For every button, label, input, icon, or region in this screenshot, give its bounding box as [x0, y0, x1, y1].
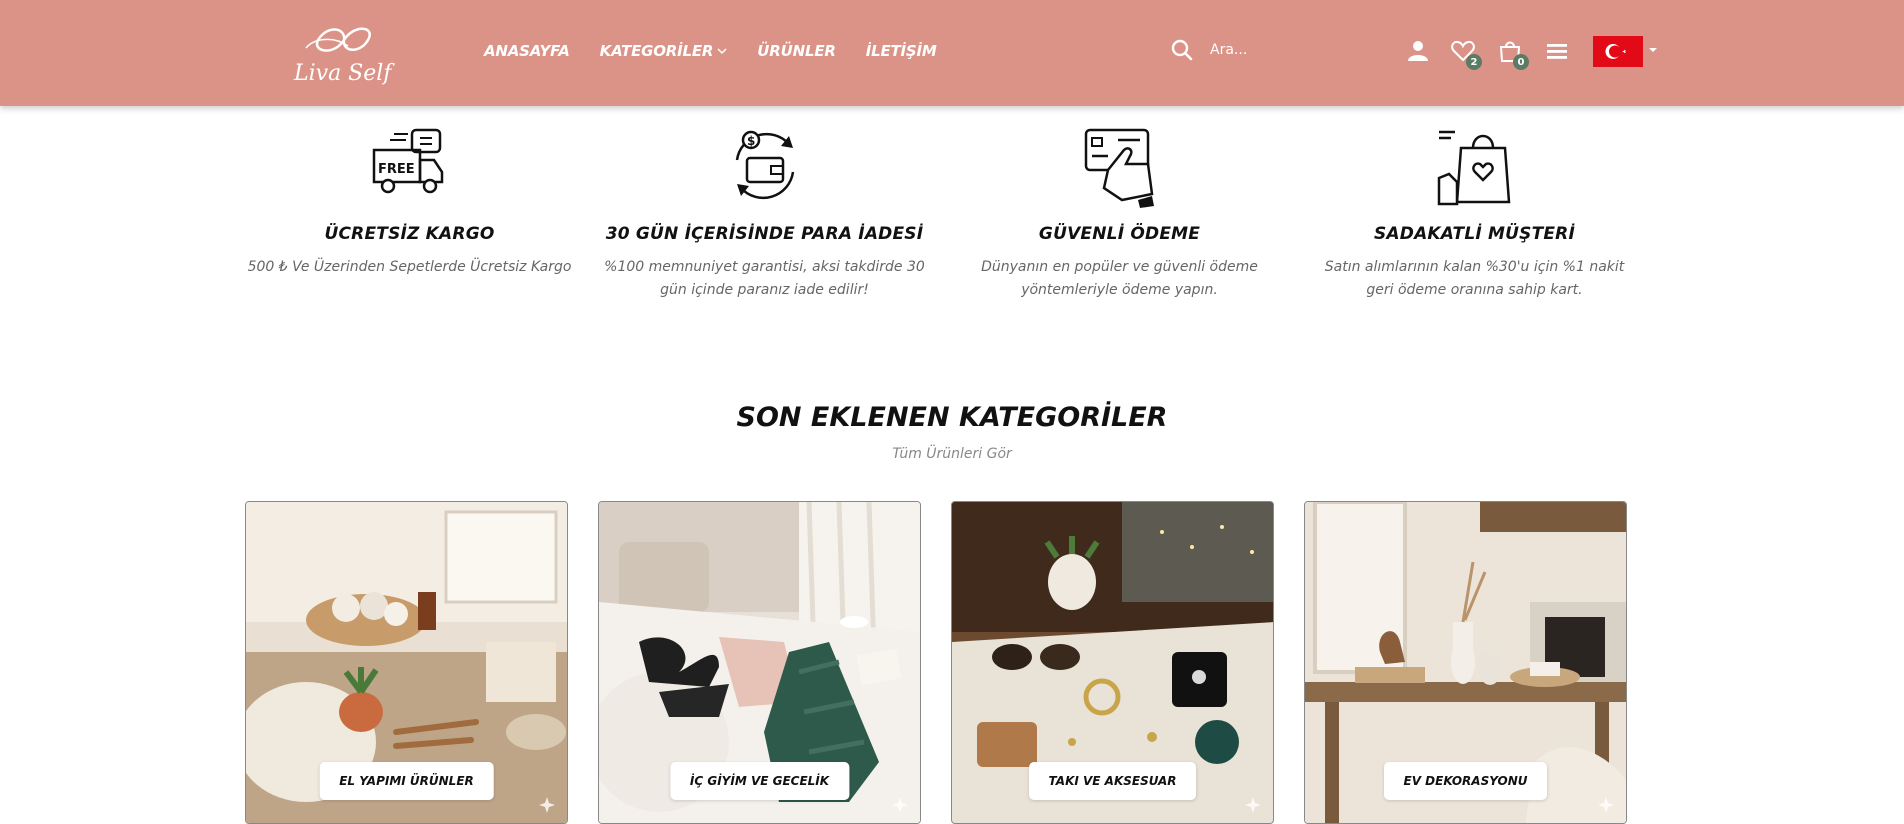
nav-categories-label: KATEGORİLER — [599, 42, 714, 60]
nav-contact-label: İLETİŞİM — [865, 42, 937, 60]
feature-title: ÜCRETSİZ KARGO — [324, 224, 495, 244]
search-box — [1170, 38, 1360, 62]
category-label: TAKI VE AKSESUAR — [1028, 762, 1197, 800]
logo-text: Liva Self — [293, 61, 395, 86]
caret-down-icon[interactable] — [1648, 46, 1658, 54]
hamburger-menu-icon — [1547, 44, 1567, 59]
nav-home-label: ANASAYFA — [484, 42, 570, 60]
feature-text: %100 memnuniyet garantisi, aksi takdirde… — [604, 259, 925, 298]
menu-button[interactable] — [1544, 38, 1570, 64]
free-shipping-truck-icon: FREE — [372, 128, 443, 194]
search-icon[interactable] — [1170, 38, 1194, 62]
main-nav: ANASAYFA KATEGORİLER ÜRÜNLER İLETİŞİM — [484, 42, 937, 60]
feature-title: GÜVENLİ ÖDEME — [1038, 224, 1201, 244]
category-label: EL YAPIMI ÜRÜNLER — [319, 762, 494, 800]
feature-loyal-customer: SADAKATLİ MÜŞTERİ Satın alımlarının kala… — [1297, 124, 1652, 302]
wishlist-button[interactable]: 2 — [1450, 38, 1482, 70]
sparkle-icon — [892, 797, 908, 813]
category-card-jewelry[interactable]: TAKI VE AKSESUAR — [951, 501, 1274, 824]
feature-title: 30 GÜN İÇERİSİNDE PARA İADESİ — [605, 224, 924, 244]
nav-categories[interactable]: KATEGORİLER — [600, 42, 728, 60]
feature-title: SADAKATLİ MÜŞTERİ — [1373, 224, 1576, 244]
category-card-home-decor[interactable]: EV DEKORASYONU — [1304, 501, 1627, 824]
user-icon — [1408, 41, 1428, 61]
wishlist-count-badge: 2 — [1466, 54, 1482, 70]
chevron-down-icon — [717, 48, 727, 55]
feature-secure-payment: GÜVENLİ ÖDEME Dünyanın en popüler ve güv… — [942, 124, 1297, 302]
cart-count-badge: 0 — [1513, 54, 1529, 70]
feature-money-back: $ 30 GÜN İÇERİSİNDE PARA İADESİ %100 mem… — [587, 124, 942, 302]
feature-text: Satın alımlarının kalan %30'u için %1 na… — [1324, 259, 1625, 298]
category-card-handmade[interactable]: EL YAPIMI ÜRÜNLER — [245, 501, 568, 824]
turkey-flag-icon — [1593, 36, 1643, 67]
nav-contact[interactable]: İLETİŞİM — [866, 42, 937, 60]
category-card-lingerie[interactable]: İÇ GİYİM VE GECELİK — [598, 501, 921, 824]
feature-text: 500 ₺ Ve Üzerinden Sepetlerde Ücretsiz K… — [247, 259, 572, 275]
nav-products-label: ÜRÜNLER — [757, 42, 836, 60]
category-label: EV DEKORASYONU — [1383, 762, 1548, 800]
svg-text:FREE: FREE — [378, 162, 415, 177]
svg-text:$: $ — [747, 134, 755, 148]
card-payment-icon — [1084, 128, 1154, 208]
category-label: İÇ GİYİM VE GECELİK — [669, 762, 850, 800]
view-all-products-link[interactable]: Tüm Ürünleri Gör — [0, 446, 1904, 462]
user-button[interactable] — [1405, 38, 1431, 64]
nav-products[interactable]: ÜRÜNLER — [757, 42, 836, 60]
category-grid: EL YAPIMI ÜRÜNLER İÇ GİYİM VE GECELİK TA… — [245, 501, 1627, 824]
categories-section-title: SON EKLENEN KATEGORİLER — [736, 402, 1168, 433]
sparkle-icon — [1245, 797, 1261, 813]
money-back-icon: $ — [735, 130, 794, 200]
site-logo[interactable]: Liva Self — [288, 18, 400, 94]
infinity-logo: Liva Self — [293, 27, 395, 86]
nav-home[interactable]: ANASAYFA — [484, 42, 570, 60]
feature-free-shipping: FREE ÜCRETSİZ KARGO 500 ₺ Ve Üzerinden S… — [232, 124, 587, 302]
language-selector[interactable] — [1593, 36, 1643, 67]
feature-text: Dünyanın en popüler ve güvenli ödeme yön… — [981, 259, 1258, 298]
sparkle-icon — [539, 797, 555, 813]
cart-button[interactable]: 0 — [1497, 38, 1529, 70]
search-input[interactable] — [1210, 42, 1360, 58]
features-row: FREE ÜCRETSİZ KARGO 500 ₺ Ve Üzerinden S… — [232, 124, 1652, 302]
site-header: Liva Self ANASAYFA KATEGORİLER ÜRÜNLER İ… — [0, 0, 1904, 106]
sparkle-icon — [1598, 797, 1614, 813]
loyal-customer-bag-icon — [1437, 130, 1510, 206]
